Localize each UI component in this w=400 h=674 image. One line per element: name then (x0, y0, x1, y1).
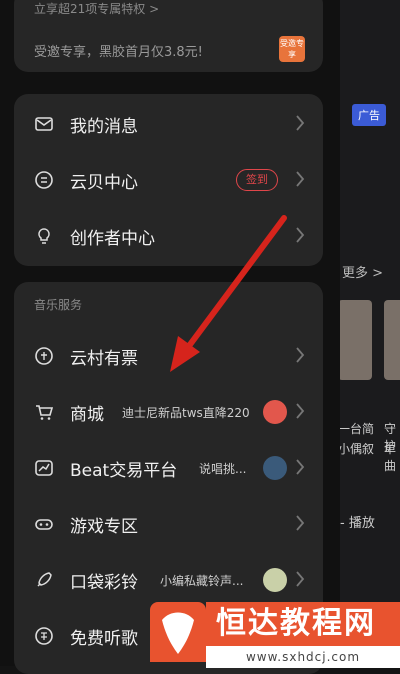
vip-privileges-link[interactable]: 立享超21项专属特权 > (34, 0, 159, 17)
menu-item-games[interactable]: 游戏专区 (14, 496, 323, 552)
chevron-right-icon (296, 227, 305, 243)
playlist-thumb[interactable] (384, 300, 400, 380)
cart-icon (34, 402, 54, 422)
checkin-badge[interactable]: 签到 (236, 169, 278, 191)
free-icon (34, 626, 54, 646)
vip-promo-card[interactable]: 立享超21项专属特权 > 受邀专享，黑胶首月仅3.8元! 受邀专享 (14, 0, 323, 72)
chevron-right-icon (296, 171, 305, 187)
chevron-right-icon (296, 459, 305, 475)
watermark-logo (150, 602, 206, 662)
playlist-title: 小偶叙 (338, 442, 375, 456)
rocket-icon (34, 570, 54, 590)
menu-item-label: 游戏专区 (70, 516, 138, 537)
chart-icon (34, 458, 54, 478)
bulb-icon (34, 226, 54, 246)
menu-item-label: 免费听歌 (70, 628, 138, 649)
menu-item-tickets[interactable]: 云村有票 (14, 328, 323, 384)
watermark: 恒达教程网 www.sxhdcj.com (150, 602, 400, 668)
chevron-right-icon (296, 571, 305, 587)
menu-item-label: 商城 (70, 404, 104, 425)
beat-promo-thumb (263, 456, 287, 480)
playlist-title: 一台简 (338, 422, 375, 436)
menu-item-label: 云村有票 (70, 348, 138, 369)
menu-item-messages[interactable]: 我的消息 (14, 96, 323, 152)
more-link[interactable]: 更多 > (342, 262, 383, 281)
menu-item-store[interactable]: 商城 迪士尼新品tws直降220 (14, 384, 323, 440)
side-drawer: 立享超21项专属特权 > 受邀专享，黑胶首月仅3.8元! 受邀专享 我的消息 云… (0, 0, 340, 674)
play-label[interactable]: - 播放 (340, 512, 375, 531)
menu-item-ringtones[interactable]: 口袋彩铃 小编私藏铃声... (14, 552, 323, 608)
watermark-brand: 恒达教程网 (206, 602, 400, 646)
store-promo-text: 迪士尼新品tws直降220 (122, 405, 250, 420)
chevron-right-icon (296, 347, 305, 363)
main-menu-card: 我的消息 云贝中心 签到 创作者中心 (14, 94, 323, 266)
store-promo-thumb (263, 400, 287, 424)
menu-item-coin-center[interactable]: 云贝中心 签到 (14, 152, 323, 208)
chevron-right-icon (296, 115, 305, 131)
mail-icon (34, 114, 54, 134)
chevron-right-icon (296, 403, 305, 419)
playlist-title: 单曲 (384, 442, 397, 473)
menu-item-label: 我的消息 (70, 116, 138, 137)
chevron-right-icon (296, 515, 305, 531)
ad-badge: 广告 (352, 104, 386, 126)
menu-item-beat-market[interactable]: Beat交易平台 说唱挑... (14, 440, 323, 496)
menu-item-label: 口袋彩铃 (70, 572, 138, 593)
menu-item-label: 云贝中心 (70, 172, 138, 193)
watermark-site: www.sxhdcj.com (206, 646, 400, 668)
ringtone-promo-text: 小编私藏铃声... (160, 573, 244, 588)
ticket-icon (34, 346, 54, 366)
ringtone-promo-thumb (263, 568, 287, 592)
vip-badge: 受邀专享 (279, 36, 305, 62)
section-title: 音乐服务 (34, 298, 83, 312)
playlist-thumb[interactable] (338, 300, 372, 380)
beat-promo-text: 说唱挑... (199, 461, 247, 476)
menu-item-label: Beat交易平台 (70, 460, 178, 481)
vip-offer-text: 受邀专享，黑胶首月仅3.8元! (34, 45, 203, 60)
coin-icon (34, 170, 54, 190)
menu-item-label: 创作者中心 (70, 228, 155, 249)
gamepad-icon (34, 514, 54, 534)
menu-item-creator-center[interactable]: 创作者中心 (14, 208, 323, 264)
